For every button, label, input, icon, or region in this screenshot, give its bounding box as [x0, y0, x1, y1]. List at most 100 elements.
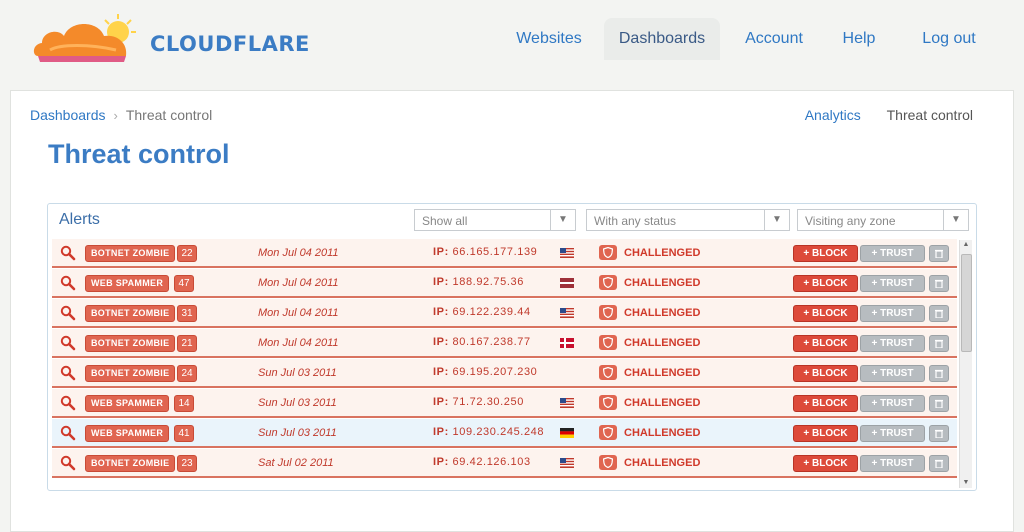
trash-icon[interactable] [929, 335, 949, 352]
trust-button[interactable]: + TRUST [860, 275, 925, 292]
table-row[interactable]: WEB SPAMMER 14 Sun Jul 03 2011 IP: 71.72… [52, 389, 957, 418]
table-row[interactable]: BOTNET ZOMBIE 24 Sun Jul 03 2011 IP: 69.… [52, 359, 957, 388]
alert-date: Sun Jul 03 2011 [258, 397, 337, 409]
lv-flag-icon [560, 278, 574, 288]
trust-button[interactable]: + TRUST [860, 245, 925, 262]
block-button[interactable]: + BLOCK [793, 305, 858, 322]
ip-label: IP: [433, 426, 449, 438]
trust-button[interactable]: + TRUST [860, 365, 925, 382]
ip-address: 69.42.126.103 [452, 456, 531, 468]
nav-logout[interactable]: Log out [912, 18, 986, 60]
nav-websites[interactable]: Websites [494, 18, 604, 60]
status-label: CHALLENGED [624, 337, 701, 349]
breadcrumb-dashboards-link[interactable]: Dashboards [30, 107, 106, 123]
trash-icon[interactable] [929, 455, 949, 472]
search-icon[interactable] [60, 395, 76, 411]
show-filter-select[interactable]: Show all ▼ [414, 209, 576, 231]
block-button[interactable]: + BLOCK [793, 395, 858, 412]
status-label: CHALLENGED [624, 247, 701, 259]
shield-icon [599, 425, 617, 440]
threat-type-badge[interactable]: BOTNET ZOMBIE [85, 335, 176, 352]
status-filter-select[interactable]: With any status ▼ [586, 209, 790, 231]
alert-date: Mon Jul 04 2011 [258, 277, 339, 289]
trash-icon[interactable] [929, 245, 949, 262]
block-button[interactable]: + BLOCK [793, 425, 858, 442]
table-row[interactable]: BOTNET ZOMBIE 23 Sat Jul 02 2011 IP: 69.… [52, 449, 957, 478]
alert-date: Mon Jul 04 2011 [258, 247, 339, 259]
ip-address: 69.122.239.44 [452, 306, 531, 318]
scroll-down-icon[interactable]: ▼ [960, 478, 972, 488]
threat-type-badge[interactable]: BOTNET ZOMBIE [85, 455, 176, 472]
subnav-analytics-link[interactable]: Analytics [805, 107, 861, 123]
status-filter-value: With any status [594, 214, 677, 228]
breadcrumb: Dashboards › Threat control [30, 107, 212, 123]
table-row[interactable]: BOTNET ZOMBIE 31 Mon Jul 04 2011 IP: 69.… [52, 299, 957, 328]
alert-ip: IP: 109.230.245.248 [433, 426, 544, 438]
block-button[interactable]: + BLOCK [793, 335, 858, 352]
breadcrumb-separator-icon: › [113, 108, 118, 123]
chevron-down-icon: ▼ [764, 210, 789, 230]
subnav-threat-control[interactable]: Threat control [887, 107, 973, 123]
cloudflare-logo[interactable]: CLOUDFLARE [30, 12, 330, 68]
de-flag-icon [560, 428, 574, 438]
table-row[interactable]: WEB SPAMMER 47 Mon Jul 04 2011 IP: 188.9… [52, 269, 957, 298]
threat-type-badge[interactable]: BOTNET ZOMBIE [85, 365, 176, 382]
search-icon[interactable] [60, 335, 76, 351]
threat-type-badge[interactable]: WEB SPAMMER [85, 275, 170, 292]
sub-nav: Analytics Threat control [783, 107, 973, 123]
shield-icon [599, 335, 617, 350]
zone-filter-select[interactable]: Visiting any zone ▼ [797, 209, 969, 231]
table-row[interactable]: WEB SPAMMER 41 Sun Jul 03 2011 IP: 109.2… [52, 419, 957, 448]
trust-button[interactable]: + TRUST [860, 395, 925, 412]
trash-icon[interactable] [929, 275, 949, 292]
alert-date: Sun Jul 03 2011 [258, 367, 337, 379]
scroll-up-icon[interactable]: ▲ [960, 240, 972, 250]
nav-account[interactable]: Account [734, 18, 814, 60]
show-filter-value: Show all [422, 214, 468, 228]
ip-label: IP: [433, 396, 449, 408]
shield-icon [599, 275, 617, 290]
alert-ip: IP: 69.122.239.44 [433, 306, 531, 318]
status-label: CHALLENGED [624, 457, 701, 469]
ip-address: 80.167.238.77 [452, 336, 531, 348]
threat-type-badge[interactable]: BOTNET ZOMBIE [85, 245, 176, 262]
threat-count-badge: 23 [177, 455, 197, 472]
ip-label: IP: [433, 276, 449, 288]
trust-button[interactable]: + TRUST [860, 305, 925, 322]
trust-button[interactable]: + TRUST [860, 455, 925, 472]
block-button[interactable]: + BLOCK [793, 455, 858, 472]
search-icon[interactable] [60, 275, 76, 291]
alerts-scrollbar[interactable]: ▲ ▼ [959, 240, 972, 488]
nav-dashboards[interactable]: Dashboards [604, 18, 720, 60]
ip-label: IP: [433, 306, 449, 318]
shield-icon [599, 395, 617, 410]
threat-type-badge[interactable]: WEB SPAMMER [85, 395, 170, 412]
scroll-thumb[interactable] [961, 254, 972, 352]
us-flag-icon [560, 458, 574, 468]
trust-button[interactable]: + TRUST [860, 335, 925, 352]
trash-icon[interactable] [929, 305, 949, 322]
block-button[interactable]: + BLOCK [793, 275, 858, 292]
table-row[interactable]: BOTNET ZOMBIE 21 Mon Jul 04 2011 IP: 80.… [52, 329, 957, 358]
search-icon[interactable] [60, 365, 76, 381]
threat-type-badge[interactable]: WEB SPAMMER [85, 425, 170, 442]
search-icon[interactable] [60, 455, 76, 471]
trust-button[interactable]: + TRUST [860, 425, 925, 442]
us-flag-icon [560, 248, 574, 258]
threat-type-badge[interactable]: BOTNET ZOMBIE [85, 305, 176, 322]
shield-icon [599, 455, 617, 470]
alert-ip: IP: 80.167.238.77 [433, 336, 531, 348]
table-row[interactable]: BOTNET ZOMBIE 22 Mon Jul 04 2011 IP: 66.… [52, 239, 957, 268]
ip-label: IP: [433, 336, 449, 348]
block-button[interactable]: + BLOCK [793, 365, 858, 382]
trash-icon[interactable] [929, 395, 949, 412]
brand-name: CLOUDFLARE [150, 32, 310, 56]
nav-help[interactable]: Help [834, 18, 884, 60]
search-icon[interactable] [60, 245, 76, 261]
search-icon[interactable] [60, 305, 76, 321]
trash-icon[interactable] [929, 365, 949, 382]
search-icon[interactable] [60, 425, 76, 441]
alerts-list: BOTNET ZOMBIE 22 Mon Jul 04 2011 IP: 66.… [52, 239, 957, 487]
block-button[interactable]: + BLOCK [793, 245, 858, 262]
trash-icon[interactable] [929, 425, 949, 442]
